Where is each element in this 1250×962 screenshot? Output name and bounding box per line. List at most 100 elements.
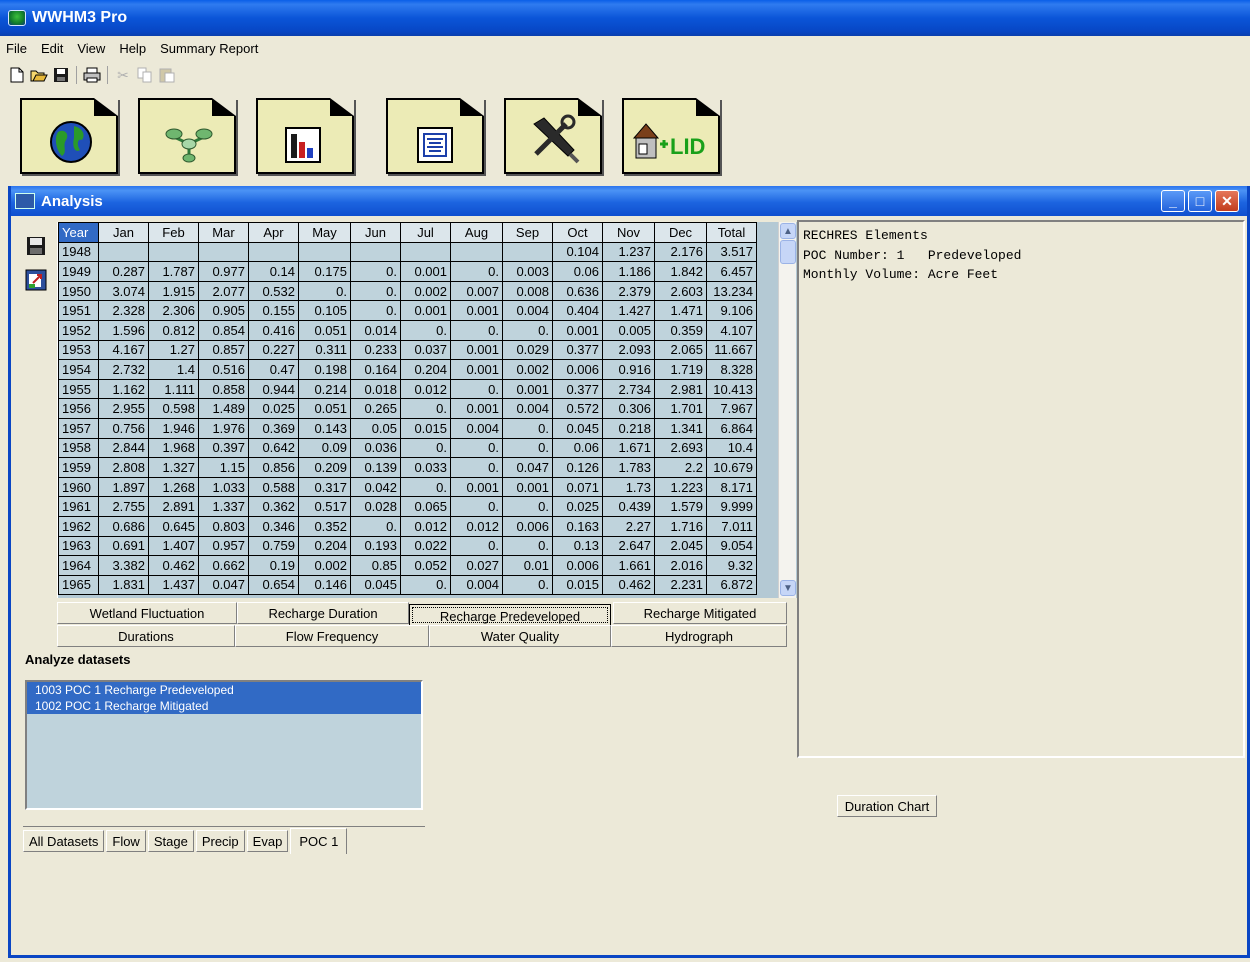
table-cell[interactable]: 0.002	[298, 555, 351, 576]
table-cell[interactable]: 3.074	[98, 280, 149, 302]
table-row[interactable]: 1964 3.382 0.462 0.662 0.19 0.002 0.85 0.052 0.0…	[58, 555, 757, 576]
table-cell[interactable]: 0.404	[552, 300, 603, 321]
table-cell[interactable]: 0.	[450, 437, 503, 459]
table-cell[interactable]: 0.227	[248, 339, 299, 361]
table-cell[interactable]: 0.001	[502, 476, 553, 498]
table-row[interactable]: 1953 4.167 1.27 0.857 0.227 0.311 0.233 0.037 0.…	[58, 339, 757, 361]
table-cell[interactable]: 0.13	[552, 535, 603, 557]
table-cell[interactable]: 0.916	[602, 359, 655, 380]
table-cell[interactable]: 0.045	[350, 574, 401, 596]
table-cell[interactable]: 0.	[350, 300, 401, 321]
table-cell[interactable]: 13.234	[706, 280, 757, 302]
table-cell[interactable]: 1.661	[602, 555, 655, 576]
table-cell[interactable]: 2.647	[602, 535, 655, 557]
table-cell[interactable]: 0.015	[400, 417, 451, 439]
table-cell[interactable]: 0.028	[350, 496, 401, 517]
table-cell[interactable]: 0.691	[98, 535, 149, 557]
tab-flow[interactable]: Flow	[106, 830, 146, 852]
table-cell[interactable]: 2.065	[654, 339, 707, 361]
recharge-duration-button[interactable]: Recharge Duration	[237, 602, 409, 624]
table-cell[interactable]: 2.955	[98, 398, 149, 419]
table-cell[interactable]: 0.004	[502, 398, 553, 419]
table-cell[interactable]: 0.636	[552, 280, 603, 302]
table-cell[interactable]: 8.328	[706, 359, 757, 380]
table-cell[interactable]: 6.457	[706, 261, 757, 282]
table-cell[interactable]: 0.001	[450, 476, 503, 498]
table-cell[interactable]: 1.976	[198, 417, 249, 439]
table-cell[interactable]: 0.287	[98, 261, 149, 282]
schematic-tool[interactable]	[138, 98, 236, 174]
table-cell[interactable]: 0.018	[350, 378, 401, 400]
column-header[interactable]: Apr	[248, 222, 299, 243]
close-button[interactable]: ✕	[1215, 190, 1239, 212]
scroll-thumb[interactable]	[780, 240, 796, 264]
table-cell[interactable]: 0.104	[552, 241, 603, 263]
table-cell[interactable]: 0.001	[450, 339, 503, 361]
report-tool[interactable]	[386, 98, 484, 174]
table-cell[interactable]: 0.164	[350, 359, 401, 380]
table-cell[interactable]: 0.014	[350, 319, 401, 341]
year-cell[interactable]: 1965	[58, 574, 99, 596]
table-cell[interactable]: 1.15	[198, 457, 249, 478]
table-cell[interactable]: 0.858	[198, 378, 249, 400]
table-cell[interactable]: 0.598	[148, 398, 199, 419]
table-cell[interactable]: 0.233	[350, 339, 401, 361]
table-cell[interactable]: 1.831	[98, 574, 149, 596]
table-cell[interactable]: 0.146	[298, 574, 351, 596]
column-header[interactable]: Feb	[148, 222, 199, 243]
table-cell[interactable]: 0.204	[400, 359, 451, 380]
table-cell[interactable]: 0.359	[654, 319, 707, 341]
table-cell[interactable]: 1.719	[654, 359, 707, 380]
table-cell[interactable]: 1.223	[654, 476, 707, 498]
recharge-mitigated-button[interactable]: Recharge Mitigated	[613, 602, 787, 624]
table-cell[interactable]: 1.162	[98, 378, 149, 400]
table-cell[interactable]: 1.237	[602, 241, 655, 263]
table-cell[interactable]: 0.047	[198, 574, 249, 596]
table-cell[interactable]: 1.471	[654, 300, 707, 321]
table-cell[interactable]: 2.808	[98, 457, 149, 478]
tools-tool[interactable]	[504, 98, 602, 174]
table-cell[interactable]: 0.588	[248, 476, 299, 498]
table-cell[interactable]: 0.037	[400, 339, 451, 361]
table-cell[interactable]: 0.311	[298, 339, 351, 361]
table-cell[interactable]: 0.14	[248, 261, 299, 282]
table-cell[interactable]: 0.047	[502, 457, 553, 478]
table-cell[interactable]: 0.265	[350, 398, 401, 419]
table-cell[interactable]: 0.175	[298, 261, 351, 282]
table-cell[interactable]: 1.897	[98, 476, 149, 498]
table-cell[interactable]: 0.85	[350, 555, 401, 576]
table-cell[interactable]: 0.	[400, 319, 451, 341]
table-cell[interactable]: 0.002	[502, 359, 553, 380]
table-cell[interactable]: 1.337	[198, 496, 249, 517]
menu-view[interactable]: View	[77, 41, 105, 56]
table-cell[interactable]: 0.005	[602, 319, 655, 341]
duration-chart-button[interactable]: Duration Chart	[837, 795, 937, 817]
table-cell[interactable]: 2.734	[602, 378, 655, 400]
table-row[interactable]: 1952 1.596 0.812 0.854 0.416 0.051 0.014 0. 0. 0.…	[58, 319, 757, 341]
table-cell[interactable]: 9.999	[706, 496, 757, 517]
lid-tool[interactable]: LID	[622, 98, 720, 174]
table-scrollbar[interactable]: ▲ ▼	[778, 222, 796, 598]
export-table-button[interactable]	[23, 266, 49, 294]
table-cell[interactable]: 0.052	[400, 555, 451, 576]
scroll-down-icon[interactable]: ▼	[780, 580, 796, 596]
tab-poc-1[interactable]: POC 1	[290, 828, 348, 854]
table-cell[interactable]: 1.842	[654, 261, 707, 282]
copy-icon[interactable]	[136, 66, 154, 84]
tab-all-datasets[interactable]: All Datasets	[23, 830, 105, 852]
year-cell[interactable]: 1960	[58, 476, 99, 498]
year-cell[interactable]: 1964	[58, 555, 99, 576]
list-item[interactable]: 1003 POC 1 Recharge Predeveloped	[27, 682, 421, 698]
table-cell[interactable]: 9.32	[706, 555, 757, 576]
table-cell[interactable]: 0.377	[552, 339, 603, 361]
table-cell[interactable]: 6.864	[706, 417, 757, 439]
table-cell[interactable]: 0.06	[552, 261, 603, 282]
column-header[interactable]: Dec	[654, 222, 707, 243]
table-cell[interactable]	[502, 241, 553, 263]
table-row[interactable]: 1950 3.074 1.915 2.077 0.532 0. 0. 0.002 0.007 0.…	[58, 280, 757, 302]
table-cell[interactable]: 0.012	[450, 515, 503, 537]
table-cell[interactable]: 0.006	[552, 359, 603, 380]
table-cell[interactable]: 0.47	[248, 359, 299, 380]
table-cell[interactable]: 1.968	[148, 437, 199, 459]
list-item[interactable]: 1002 POC 1 Recharge Mitigated	[27, 698, 421, 714]
